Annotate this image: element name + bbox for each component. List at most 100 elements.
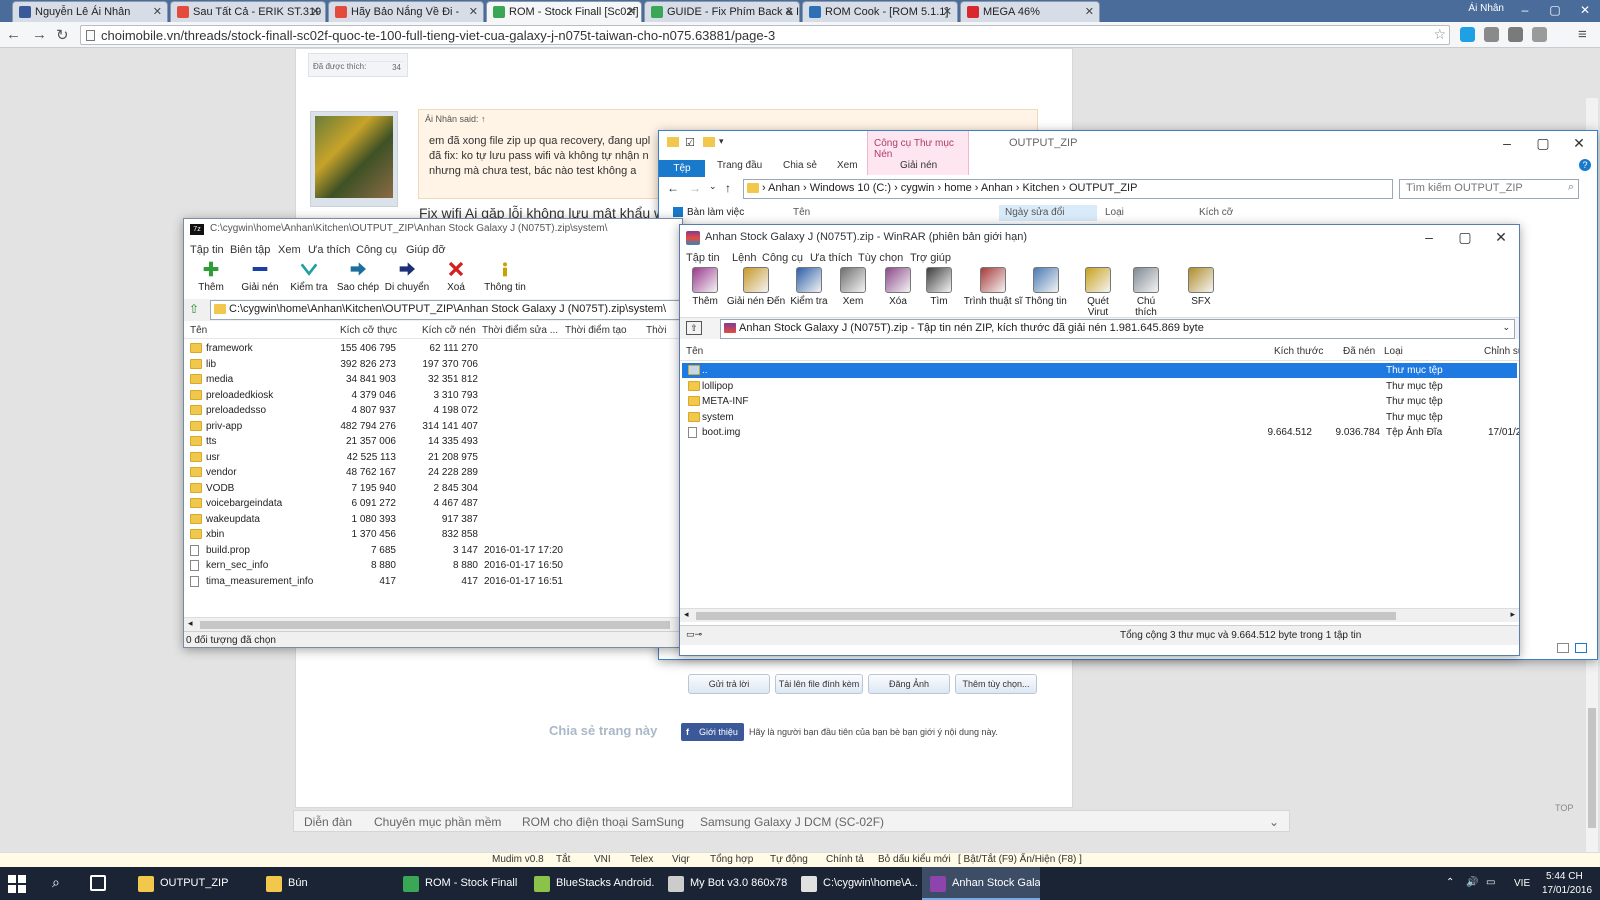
up-arrow-icon[interactable]: ↑ [725,181,731,195]
column-name[interactable]: Tên [686,346,703,357]
up-folder-icon[interactable]: ⇧ [189,302,199,316]
windows-start-icon[interactable] [8,875,26,893]
scrollbar-thumb[interactable] [1588,708,1596,828]
mudim-option-auto[interactable]: Tự động [770,854,808,865]
table-row[interactable]: .. Thư mục tệp [682,363,1517,378]
menu-favorites[interactable]: Ưa thích [810,252,852,264]
info-button[interactable]: Thông tin [1025,267,1067,307]
table-row[interactable]: kern_sec_info 8 880 8 880 2016-01-17 16:50 [184,558,682,573]
menu-file[interactable]: Tập tin [190,244,224,256]
horizontal-scrollbar[interactable]: ◂ [184,617,682,631]
search-icon[interactable]: ⌕ [52,874,60,891]
tab-home[interactable]: Trang đầu [717,160,762,171]
menu-edit[interactable]: Biên tập [230,244,270,256]
menu-help[interactable]: Trợ giúp [910,252,951,264]
delete-button[interactable]: Xóa [877,267,919,307]
minimize-icon[interactable]: – [1489,131,1525,157]
mudim-option-vni[interactable]: VNI [594,854,611,865]
maximize-icon[interactable]: ▢ [1525,131,1561,157]
scroll-left-icon[interactable]: ◂ [684,609,689,620]
volume-icon[interactable]: 🔊 [1466,877,1478,888]
breadcrumb-item[interactable]: ROM cho điện thoại SamSung [522,815,684,829]
column-name[interactable]: Tên [793,207,810,218]
mudim-option-off[interactable]: Tắt [556,854,570,865]
language-indicator[interactable]: VIE [1514,878,1530,889]
path-segment[interactable]: Anhan [981,182,1013,194]
search-icon[interactable]: ⌕ [1568,181,1574,194]
mudim-option-spell[interactable]: Chính tả [826,854,864,865]
menu-help[interactable]: Giúp đỡ [406,244,446,256]
path-segment[interactable]: cygwin [901,182,935,194]
browser-tab[interactable]: GUIDE - Fix Phím Back & I ✕ [644,1,800,22]
tab-view[interactable]: Xem [837,160,858,171]
extension-icon[interactable] [1508,27,1523,42]
mudim-option-combined[interactable]: Tổng hợp [710,854,753,865]
browser-tab[interactable]: Nguyễn Lê Ái Nhân ✕ [12,1,168,22]
table-row[interactable]: usr 42 525 113 21 208 975 [184,450,682,465]
column-size[interactable]: Kích thước [1274,346,1323,357]
path-separator-icon[interactable]: › [1059,182,1069,194]
find-binoculars-button[interactable]: Tìm [918,267,960,307]
column-size[interactable]: Kích cỡ thực [340,325,397,336]
menu-favorites[interactable]: Ưa thích [308,244,350,256]
column-created[interactable]: Thời điểm tạo [565,325,627,336]
menu-commands[interactable]: Lệnh [732,252,756,264]
tab-file[interactable]: Tệp [659,160,705,178]
tab-share[interactable]: Chia sẻ [783,160,817,171]
profile-name[interactable]: Ái Nhân [1468,3,1504,14]
back-to-top-button[interactable]: TOP [1555,803,1573,813]
horizontal-scrollbar[interactable]: ◂ ▸ [680,608,1519,622]
check-button[interactable]: Kiểm tra [286,259,332,293]
close-icon[interactable]: ✕ [1561,131,1597,157]
chevron-down-icon[interactable]: ▾ [719,136,724,147]
forward-arrow-icon[interactable]: → [689,181,701,195]
table-row[interactable]: lib 392 826 273 197 370 706 [184,357,682,372]
help-icon[interactable]: ? [1579,159,1591,171]
test-button[interactable]: Kiểm tra [788,267,830,307]
table-row[interactable]: wakeupdata 1 080 393 917 387 [184,512,682,527]
notification-icon[interactable]: ▭ [1486,877,1495,888]
taskbar-app[interactable]: My Bot v3.0 860x78... [660,867,788,900]
explorer-search-input[interactable]: Tìm kiếm OUTPUT_ZIP ⌕ [1399,179,1579,199]
table-row[interactable]: vendor 48 762 167 24 228 289 [184,465,682,480]
send-reply-button[interactable]: Gửi trả lời [688,674,770,694]
tab-close-icon[interactable]: ✕ [943,5,952,18]
sfx-button[interactable]: SFX [1180,267,1222,307]
taskbar-app[interactable]: OUTPUT_ZIP [130,867,252,900]
column-name[interactable]: Tên [190,325,207,336]
path-separator-icon[interactable]: › [891,182,901,194]
tab-close-icon[interactable]: ✕ [153,5,162,18]
table-row[interactable]: tima_measurement_info 417 417 2016-01-17 16… [184,574,682,589]
path-segment[interactable]: Windows 10 (C:) [810,182,891,194]
menu-tools[interactable]: Công cụ [356,244,397,256]
mudim-option-new-accent[interactable]: Bỏ dấu kiểu mới [878,854,951,865]
winrar-address-bar[interactable]: Anhan Stock Galaxy J (N075T).zip - Tập t… [720,319,1515,339]
table-row[interactable]: system Thư mục tệp [682,410,1517,425]
menu-tools[interactable]: Công cụ [762,252,803,264]
menu-options[interactable]: Tùy chọn [858,252,903,264]
virus-scan-button[interactable]: Quét Virut [1077,267,1119,318]
drive-key-icon[interactable]: ▭⊸ [686,629,702,640]
taskbar-app[interactable]: BlueStacks Android... [526,867,654,900]
extension-icon[interactable] [1484,27,1499,42]
taskbar-app[interactable]: Bún [258,867,386,900]
table-row[interactable]: xbin 1 370 456 832 858 [184,527,682,542]
tab-close-icon[interactable]: ✕ [1085,5,1094,18]
cast-icon[interactable] [1532,27,1547,42]
move-arrow-button[interactable]: Di chuyển [384,259,430,293]
upload-attachment-button[interactable]: Tải lên file đính kèm [775,674,863,694]
tab-extract[interactable]: Giải nén [900,160,937,171]
tab-close-icon[interactable]: ✕ [469,5,478,18]
taskbar-app[interactable]: ROM - Stock Finall ... [395,867,520,900]
table-row[interactable]: VODB 7 195 940 2 845 304 [184,481,682,496]
table-row[interactable]: build.prop 7 685 3 147 2016-01-17 17:20 [184,543,682,558]
back-arrow-icon[interactable]: ← [6,26,21,43]
clock-date[interactable]: 17/01/2016 [1542,885,1592,896]
clock-time[interactable]: 5:44 CH [1546,871,1583,882]
path-separator-icon[interactable]: › [972,182,981,194]
scrollbar-thumb[interactable] [696,612,1396,620]
wizard-button[interactable]: Trình thuật sĩ [963,267,1023,307]
table-row[interactable]: priv-app 482 794 276 314 141 407 [184,419,682,434]
more-options-button[interactable]: Thêm tùy chọn... [955,674,1037,694]
chevron-up-icon[interactable]: ⌃ [1446,877,1454,888]
